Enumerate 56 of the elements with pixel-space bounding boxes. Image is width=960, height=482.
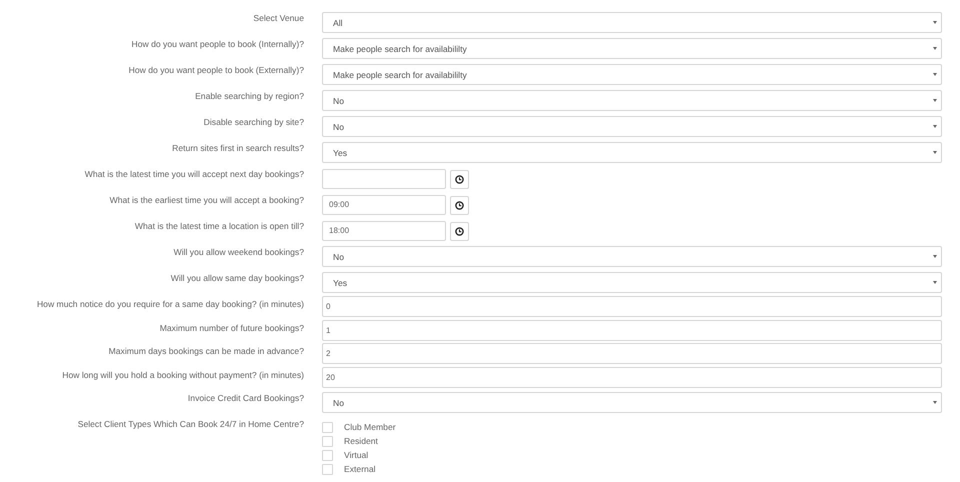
text-field[interactable]: 2 — [322, 343, 942, 364]
checkbox-label: Club Member — [344, 422, 396, 432]
select-field[interactable]: No — [322, 90, 942, 111]
caret-icon — [933, 401, 937, 404]
clock-icon — [455, 201, 464, 210]
checkbox-label: Virtual — [344, 450, 368, 460]
clock-button[interactable] — [450, 196, 469, 215]
clock-icon — [455, 175, 464, 184]
caret-icon — [933, 99, 937, 102]
checkbox[interactable] — [322, 436, 333, 446]
text-field[interactable]: 20 — [322, 366, 942, 388]
clock-icon — [455, 227, 464, 236]
time-field[interactable] — [322, 168, 446, 188]
field-label: What is the latest time you will accept next day bookings? — [84, 168, 304, 179]
select-field[interactable]: No — [322, 116, 942, 137]
select-field[interactable]: Make people search for availabililty — [322, 38, 942, 59]
time-field[interactable]: 09:00 — [322, 194, 446, 214]
select-field[interactable]: No — [322, 392, 942, 413]
checkbox[interactable] — [322, 464, 333, 474]
field-label: How much notice do you require for a same day booking? (in minutes) — [36, 298, 304, 309]
clock-button[interactable] — [450, 222, 469, 241]
select-field[interactable]: Make people search for availabililty — [322, 64, 942, 85]
field-label: Will you allow weekend bookings? — [172, 246, 304, 257]
caret-icon — [933, 255, 937, 258]
caret-icon — [933, 73, 937, 76]
select-field[interactable]: Yes — [322, 272, 942, 293]
caret-icon — [933, 47, 937, 50]
caret-icon — [933, 281, 937, 284]
field-label: What is the earliest time you will accept a booking? — [108, 194, 304, 205]
caret-icon — [933, 21, 937, 24]
checkbox-label: External — [344, 464, 376, 474]
field-label: How do you want people to book (Internally)? — [130, 38, 304, 49]
clock-button[interactable] — [450, 170, 469, 189]
field-label: How do you want people to book (Externally)? — [128, 64, 304, 75]
select-field[interactable]: Yes — [322, 142, 942, 163]
field-label: Maximum number of future bookings? — [158, 322, 304, 332]
field-label: Return sites first in search results? — [171, 142, 304, 153]
checkbox-label: Resident — [344, 436, 378, 446]
field-label: How long will you hold a booking without payment? (in minutes) — [61, 368, 304, 380]
caret-icon — [933, 151, 937, 154]
checkbox[interactable] — [322, 422, 333, 432]
select-field[interactable]: No — [322, 246, 942, 267]
field-label: Invoice Credit Card Bookings? — [186, 392, 304, 403]
field-label: Maximum days bookings can be made in advance? — [108, 345, 304, 356]
caret-icon — [933, 125, 937, 128]
checkbox[interactable] — [322, 450, 333, 460]
field-label: Select Client Types Which Can Book 24/7 in Home Centre? — [76, 418, 304, 429]
field-label: Will you allow same day bookings? — [170, 272, 304, 283]
text-field[interactable]: 0 — [322, 296, 942, 317]
field-label: Disable searching by site? — [202, 116, 304, 127]
field-label: Select Venue — [252, 12, 304, 23]
field-label: Enable searching by region? — [194, 90, 304, 101]
field-label: What is the latest time a location is open till? — [134, 220, 304, 231]
select-field[interactable]: All — [322, 12, 942, 33]
text-field[interactable]: 1 — [322, 320, 942, 340]
time-field[interactable]: 18:00 — [322, 220, 446, 240]
